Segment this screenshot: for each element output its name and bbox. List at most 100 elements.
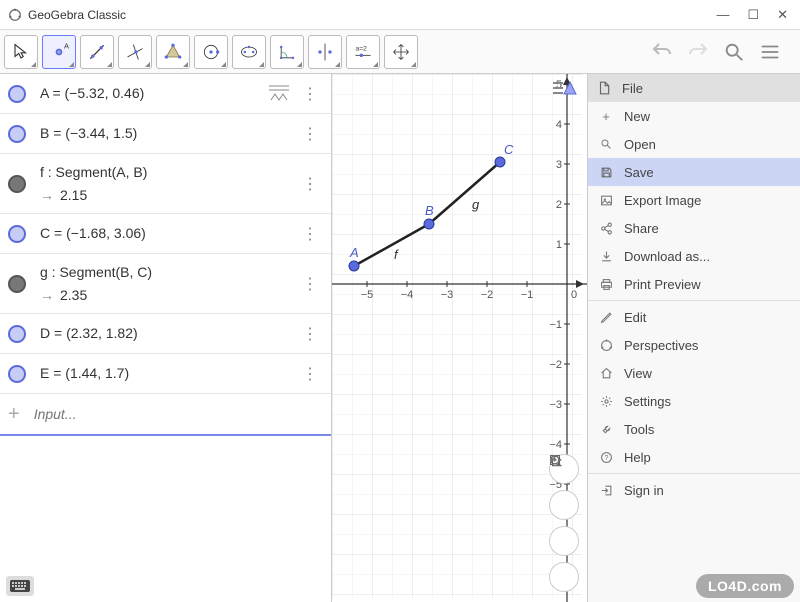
algebra-expr: B = (−3.44, 1.5)	[40, 122, 296, 144]
menu-download-as[interactable]: Download as...	[588, 242, 800, 270]
pencil-icon	[598, 309, 614, 325]
visibility-toggle[interactable]	[8, 365, 26, 383]
virtual-keyboard-button[interactable]	[6, 576, 34, 596]
svg-text:−4: −4	[549, 439, 562, 451]
titlebar: GeoGebra Classic — ☐ ✕	[0, 0, 800, 30]
menu-save[interactable]: Save	[588, 158, 800, 186]
tool-circle[interactable]	[194, 35, 228, 69]
point-B[interactable]	[424, 219, 434, 229]
menu-open[interactable]: Open	[588, 130, 800, 158]
visibility-toggle[interactable]	[8, 325, 26, 343]
menu-help[interactable]: ?Help	[588, 443, 800, 471]
algebra-panel: A = (−5.32, 0.46) ⋮ B = (−3.44, 1.5) ⋮ f…	[0, 74, 332, 602]
row-more-icon[interactable]: ⋮	[296, 174, 323, 194]
tool-perpendicular[interactable]	[118, 35, 152, 69]
algebra-row[interactable]: B = (−3.44, 1.5) ⋮	[0, 114, 331, 154]
algebra-input[interactable]	[34, 406, 323, 422]
svg-text:−4: −4	[401, 289, 414, 301]
signin-icon	[598, 482, 614, 498]
tool-reflect[interactable]	[308, 35, 342, 69]
stylebar-toggle[interactable]	[551, 78, 579, 102]
toolbar: A a=2	[0, 30, 800, 74]
search-icon	[598, 136, 614, 152]
menu-share[interactable]: Share	[588, 214, 800, 242]
svg-text:−3: −3	[441, 289, 454, 301]
svg-text:0: 0	[571, 289, 577, 301]
menu-separator	[588, 473, 800, 474]
algebra-row[interactable]: C = (−1.68, 3.06) ⋮	[0, 214, 331, 254]
watermark: LO4D.com	[696, 574, 794, 598]
algebra-expr: f : Segment(A, B) →2.15	[40, 161, 296, 206]
menu-perspectives[interactable]: Perspectives	[588, 331, 800, 359]
tool-ellipse[interactable]	[232, 35, 266, 69]
menu-new[interactable]: +New	[588, 102, 800, 130]
algebra-expr: C = (−1.68, 3.06)	[40, 222, 296, 244]
label-C: C	[504, 142, 514, 157]
image-icon	[598, 192, 614, 208]
perspectives-icon	[598, 337, 614, 353]
window-controls: — ☐ ✕	[716, 7, 788, 23]
row-more-icon[interactable]: ⋮	[296, 84, 323, 104]
row-more-icon[interactable]: ⋮	[296, 364, 323, 384]
hamburger-menu-button[interactable]	[756, 38, 784, 66]
row-more-icon[interactable]: ⋮	[296, 224, 323, 244]
fullscreen-button[interactable]	[549, 562, 579, 592]
search-button[interactable]	[720, 38, 748, 66]
menu-view[interactable]: View	[588, 359, 800, 387]
row-more-icon[interactable]: ⋮	[296, 124, 323, 144]
download-icon	[598, 248, 614, 264]
menu-export-image[interactable]: Export Image	[588, 186, 800, 214]
svg-text:?: ?	[604, 455, 608, 462]
svg-text:2: 2	[556, 199, 562, 211]
point-A[interactable]	[349, 261, 359, 271]
algebra-row[interactable]: E = (1.44, 1.7) ⋮	[0, 354, 331, 394]
menu-sign-in[interactable]: Sign in	[588, 476, 800, 504]
graph-float-buttons	[549, 454, 579, 592]
row-more-icon[interactable]: ⋮	[296, 274, 323, 294]
print-icon	[598, 276, 614, 292]
menu-file-header[interactable]: File	[588, 74, 800, 102]
tool-move-view[interactable]	[384, 35, 418, 69]
visibility-toggle[interactable]	[8, 125, 26, 143]
share-icon	[598, 220, 614, 236]
algebra-row[interactable]: A = (−5.32, 0.46) ⋮	[0, 74, 331, 114]
zoom-in-button[interactable]	[549, 490, 579, 520]
window-title: GeoGebra Classic	[28, 8, 716, 22]
visibility-toggle[interactable]	[8, 175, 26, 193]
algebra-row[interactable]: D = (2.32, 1.82) ⋮	[0, 314, 331, 354]
tool-slider[interactable]: a=2	[346, 35, 380, 69]
svg-text:−5: −5	[361, 289, 374, 301]
algebra-row[interactable]: f : Segment(A, B) →2.15 ⋮	[0, 154, 331, 214]
zoom-out-button[interactable]	[549, 526, 579, 556]
label-A: A	[349, 245, 359, 260]
svg-text:3: 3	[556, 159, 562, 171]
row-more-icon[interactable]: ⋮	[296, 324, 323, 344]
symbolic-toggle-icon[interactable]	[267, 84, 291, 102]
close-button[interactable]: ✕	[777, 7, 788, 23]
file-icon	[596, 80, 612, 96]
algebra-input-row[interactable]: +	[0, 394, 331, 436]
save-icon	[598, 164, 614, 180]
menu-edit[interactable]: Edit	[588, 303, 800, 331]
minimize-button[interactable]: —	[716, 7, 729, 23]
algebra-expr: E = (1.44, 1.7)	[40, 362, 296, 384]
visibility-toggle[interactable]	[8, 225, 26, 243]
menu-settings[interactable]: Settings	[588, 387, 800, 415]
visibility-toggle[interactable]	[8, 275, 26, 293]
svg-text:a=2: a=2	[356, 45, 368, 52]
visibility-toggle[interactable]	[8, 85, 26, 103]
tool-move[interactable]	[4, 35, 38, 69]
menu-tools[interactable]: Tools	[588, 415, 800, 443]
tool-angle[interactable]	[270, 35, 304, 69]
svg-text:−2: −2	[481, 289, 494, 301]
maximize-button[interactable]: ☐	[747, 7, 759, 23]
tool-line[interactable]	[80, 35, 114, 69]
point-C[interactable]	[495, 157, 505, 167]
undo-button[interactable]	[648, 38, 676, 66]
menu-print-preview[interactable]: Print Preview	[588, 270, 800, 298]
algebra-row[interactable]: g : Segment(B, C) →2.35 ⋮	[0, 254, 331, 314]
tool-point[interactable]: A	[42, 35, 76, 69]
redo-button[interactable]	[684, 38, 712, 66]
graphics-view[interactable]: −5−4−3−2−10 54321 −1−2−3−4−5 A	[332, 74, 587, 602]
tool-polygon[interactable]	[156, 35, 190, 69]
